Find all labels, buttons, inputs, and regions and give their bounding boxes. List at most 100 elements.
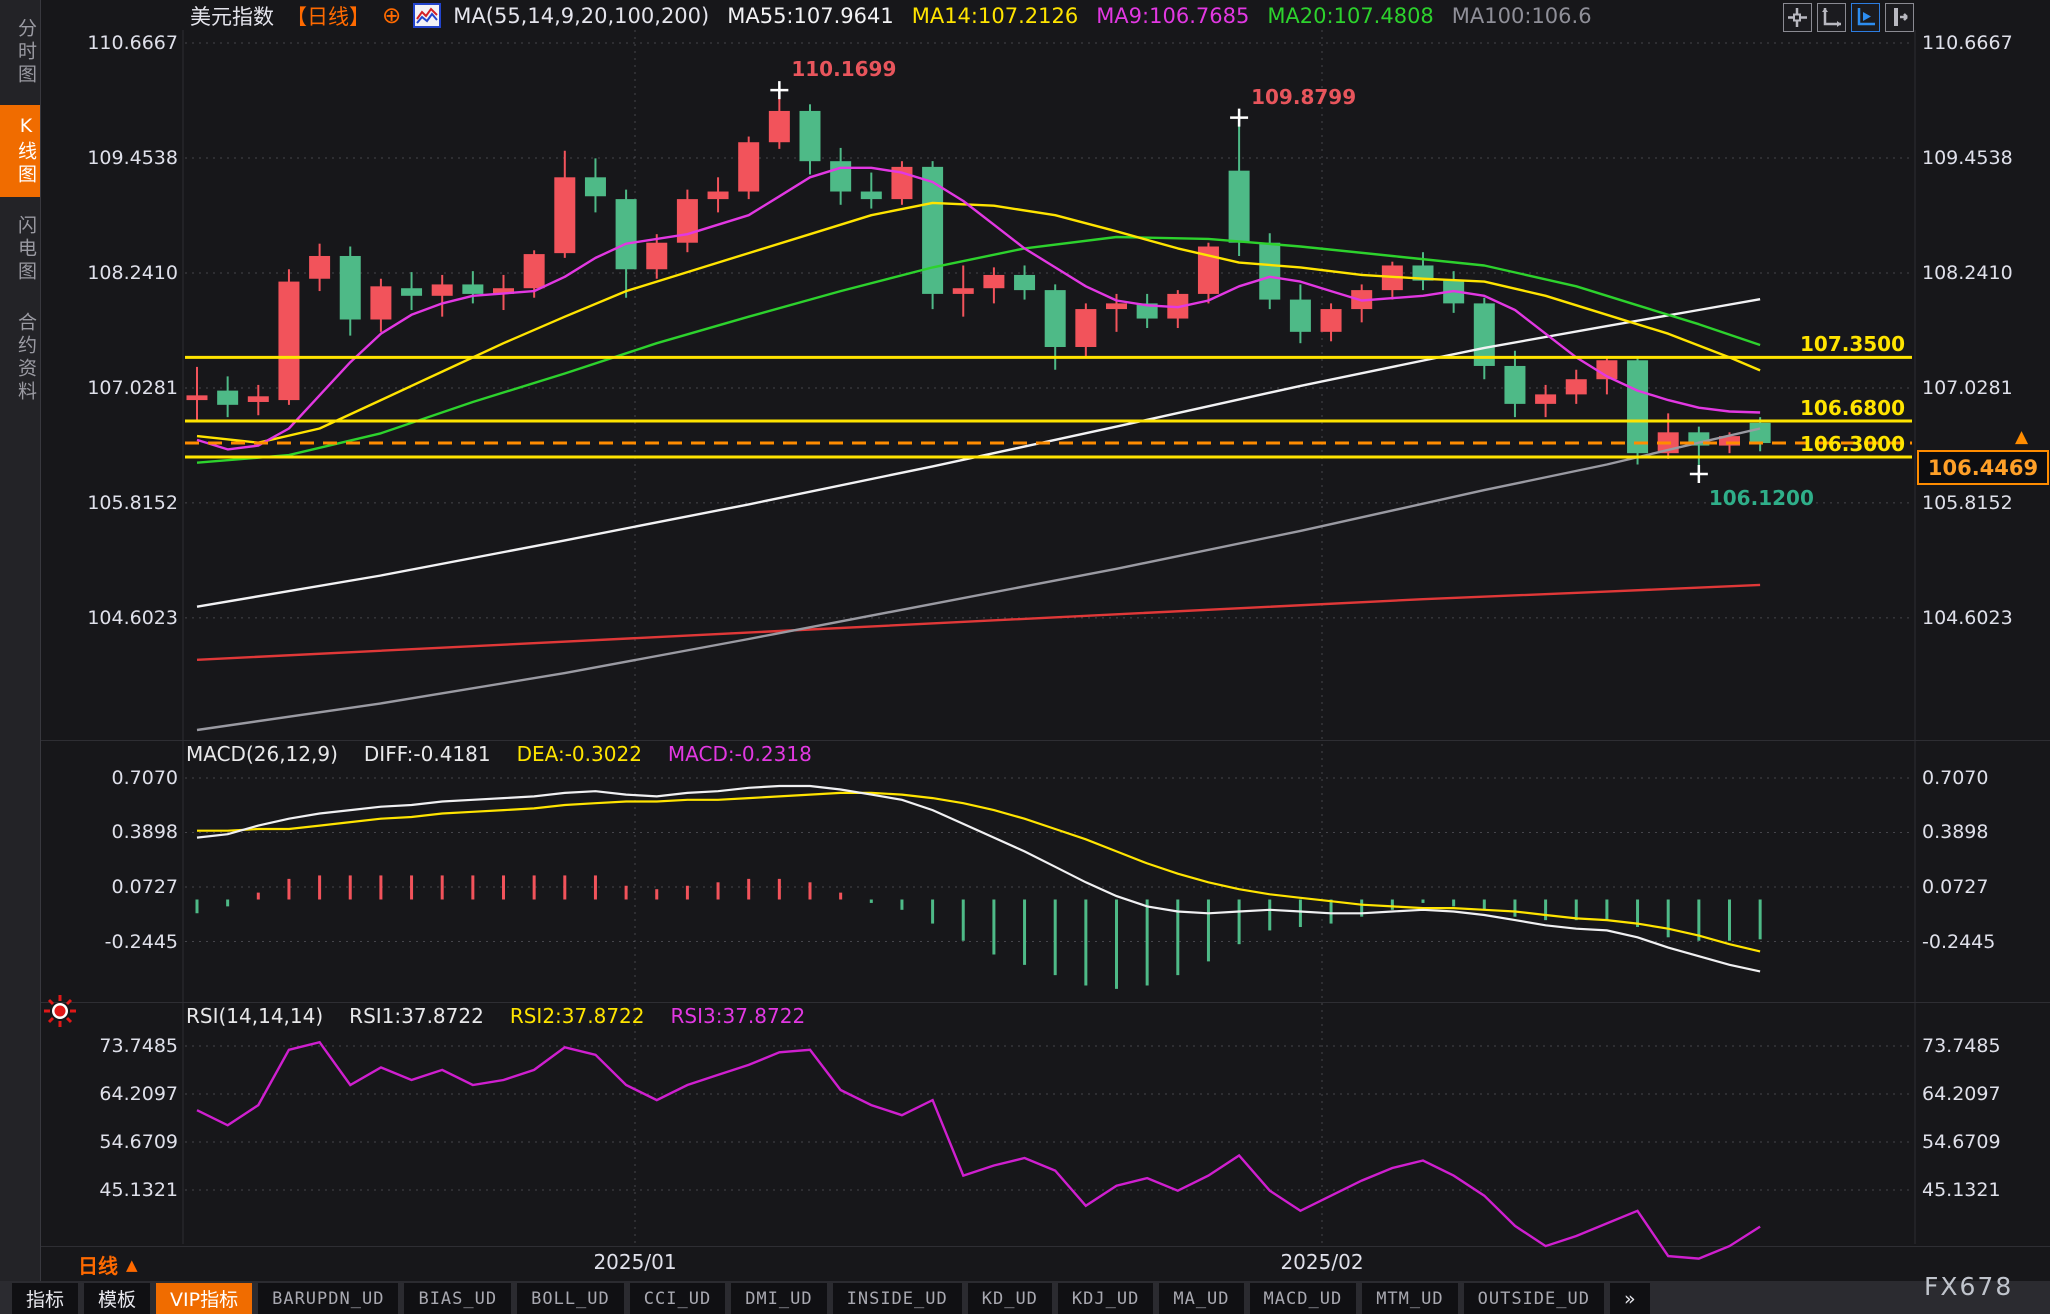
indicator-tab-14[interactable]: OUTSIDE_UD <box>1463 1283 1604 1314</box>
candle-body <box>309 255 331 279</box>
chart-canvas[interactable] <box>0 0 2050 1314</box>
macd-header: MACD(26,12,9) DIFF:-0.4181 DEA:-0.3022 MACD… <box>186 742 812 766</box>
extreme-price-label: 106.1200 <box>1708 486 1814 511</box>
candle-body <box>1504 365 1526 404</box>
ma-legend-item: MA(55,14,9,20,100,200) <box>453 4 710 28</box>
candle-body <box>1259 242 1281 300</box>
ma-line-ma100 <box>196 427 1761 732</box>
axis-label: 110.6667 <box>87 32 178 54</box>
rsi-header: RSI(14,14,14) RSI1:37.8722 RSI2:37.8722 RSI… <box>186 1004 805 1028</box>
sidebar-item-2[interactable]: 闪电图 <box>0 205 40 294</box>
ma-line-ma14 <box>196 201 1761 444</box>
axis-label: 108.2410 <box>1922 261 2013 284</box>
rsi-line <box>196 1040 1761 1260</box>
rsi-header-part: RSI2:37.8722 <box>509 1004 645 1028</box>
candle-body <box>1106 303 1127 310</box>
x-axis-date-label: 2025/01 <box>593 1250 677 1274</box>
axis-label: 0.0727 <box>111 876 178 898</box>
symbol-title: 美元指数 <box>190 5 274 29</box>
period-selector[interactable]: 日线 ▲ <box>78 1250 138 1279</box>
ma-legend-item: MA14:107.2126 <box>911 4 1079 28</box>
candle-body <box>401 288 423 296</box>
candle-body <box>278 281 300 401</box>
indicator-tab-7[interactable]: DMI_UD <box>731 1283 827 1314</box>
indicator-tab-6[interactable]: CCI_UD <box>629 1283 726 1314</box>
candle-body <box>584 177 606 197</box>
extreme-price-label: 109.8799 <box>1251 84 1357 109</box>
candle-body <box>523 254 545 289</box>
axis-label: 73.7485 <box>99 1035 178 1057</box>
sidebar-item-0[interactable]: 分时图 <box>0 8 40 97</box>
extreme-cross-icon <box>1689 465 1708 484</box>
macd-header-part: MACD(26,12,9) <box>186 742 338 766</box>
axis-label: -0.2445 <box>104 930 178 953</box>
indicator-tab-12[interactable]: MACD_UD <box>1249 1283 1357 1314</box>
indicator-tab-8[interactable]: INSIDE_UD <box>832 1283 962 1314</box>
hline-price-label: 106.6800 <box>1799 395 1905 420</box>
sidebar: 分时图 K线图闪电图合约资料 <box>0 0 41 1281</box>
axis-label: 110.6667 <box>1922 32 2013 54</box>
sidebar-item-1[interactable]: K线图 <box>0 105 40 197</box>
hline-price-label: 106.3000 <box>1799 431 1905 456</box>
indicator-tab-1[interactable]: 模板 <box>84 1283 151 1314</box>
candle-body <box>1044 290 1066 347</box>
candle-body <box>983 274 1005 289</box>
candle-body <box>1075 309 1097 347</box>
candle-body <box>1535 394 1557 404</box>
indicator-tab-3[interactable]: BARUPDN_UD <box>258 1283 399 1314</box>
ma-legend-item: MA55:107.9641 <box>727 4 894 28</box>
indicator-tab-2[interactable]: VIP指标 <box>156 1283 253 1314</box>
indicator-tabbar: 指标 模板 VIP指标 BARUPDN_UD BIAS_UD BOLL_UD CCI_UD D… <box>0 1281 2050 1314</box>
candle-body <box>707 191 729 200</box>
current-price-marker: 106.4469 <box>1917 450 2049 485</box>
chart-toolbar <box>1783 3 1914 32</box>
candle-body <box>1565 379 1587 395</box>
candle-body <box>462 284 484 294</box>
candle-body <box>431 284 453 296</box>
axis-label: 105.8152 <box>87 491 178 514</box>
crosshair-tool-icon[interactable] <box>1783 3 1812 32</box>
macd-header-part: MACD:-0.2318 <box>667 742 812 766</box>
extreme-cross-icon <box>770 81 789 100</box>
auto-scale-icon[interactable] <box>1851 3 1880 32</box>
current-price-value: 106.4469 <box>1927 455 2039 480</box>
indicator-tab-13[interactable]: MTM_UD <box>1362 1283 1458 1314</box>
candle-body <box>217 390 239 405</box>
candle-body <box>1228 170 1250 243</box>
axis-label: 64.2097 <box>1922 1083 2001 1105</box>
ma-line-ma9 <box>196 166 1761 451</box>
chart-style-icon[interactable] <box>413 3 442 29</box>
period-badge[interactable]: 【日线】 <box>286 1 370 31</box>
watermark: FX678 <box>1924 1272 2014 1301</box>
indicator-tab-0[interactable]: 指标 <box>12 1283 79 1314</box>
axis-range-icon[interactable] <box>1817 3 1846 32</box>
axis-label: 64.2097 <box>99 1083 178 1105</box>
indicator-tab-9[interactable]: KD_UD <box>967 1283 1052 1314</box>
ma-line-ma55 <box>196 298 1761 608</box>
axis-label: 45.1321 <box>99 1179 178 1202</box>
candle-body <box>952 288 974 294</box>
macd-dea-line <box>197 791 1761 953</box>
indicator-tab-11[interactable]: MA_UD <box>1159 1283 1244 1314</box>
candle-body <box>646 242 668 270</box>
sidebar-item-3[interactable]: 合约资料 <box>0 302 40 414</box>
indicator-tab-5[interactable]: BOLL_UD <box>517 1283 624 1314</box>
x-axis-date-label: 2025/02 <box>1280 1250 1364 1274</box>
ma-line-ma20 <box>196 235 1761 464</box>
axis-label: 107.0281 <box>87 376 178 399</box>
candle-body <box>1320 309 1342 332</box>
axis-label: 108.2410 <box>87 261 178 284</box>
indicator-tab-15[interactable]: » <box>1609 1283 1650 1314</box>
extreme-price-label: 110.1699 <box>791 57 897 82</box>
hot-indicator-icon[interactable] <box>42 993 78 1029</box>
data-shift-icon[interactable] <box>1885 3 1914 32</box>
indicator-tab-10[interactable]: KDJ_UD <box>1057 1283 1154 1314</box>
ma-legend-item: MA100:106.6 <box>1451 4 1592 28</box>
candle-body <box>554 177 576 254</box>
add-overlay-icon[interactable]: ⊕ <box>382 4 401 28</box>
indicator-tab-4[interactable]: BIAS_UD <box>404 1283 512 1314</box>
period-text: 日线 <box>78 1254 118 1278</box>
axis-label: 45.1321 <box>1922 1179 2001 1202</box>
axis-label: 0.3898 <box>1922 821 1989 844</box>
candle-body <box>860 191 882 200</box>
